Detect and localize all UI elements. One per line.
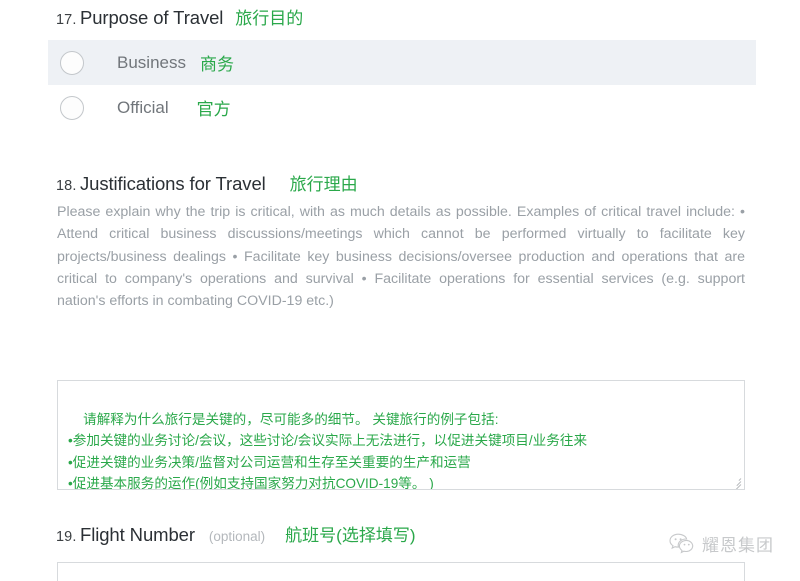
justifications-textarea-value: 请解释为什么旅行是关键的，尽可能多的细节。 关键旅行的例子包括: •参加关键的业… [68, 412, 588, 490]
question-18-description: Please explain why the trip is critical,… [57, 201, 745, 312]
question-18-number: 18. [56, 178, 77, 194]
resize-handle-icon[interactable] [729, 474, 743, 489]
question-19-number: 19. [56, 529, 77, 545]
question-17-title-cn: 旅行目的 [235, 9, 304, 28]
radio-official[interactable] [60, 95, 84, 120]
justifications-textarea[interactable]: 请解释为什么旅行是关键的，尽可能多的细节。 关键旅行的例子包括: •参加关键的业… [57, 380, 745, 490]
option-label-business-en: Business [117, 52, 186, 72]
form-page: 17. Purpose of Travel 旅行目的 Business 商务 O… [0, 0, 800, 581]
question-18-heading: 18. Justifications for Travel 旅行理由 [40, 170, 800, 195]
option-label-business-cn: 商务 [199, 55, 234, 74]
question-17-title-en: Purpose of Travel [80, 7, 224, 28]
question-18-title-cn: 旅行理由 [289, 175, 358, 194]
option-label-official-cn: 官方 [196, 100, 231, 119]
question-19-title-en: Flight Number [80, 524, 195, 545]
option-row-official[interactable]: Official 官方 [48, 85, 756, 130]
question-19-title-cn: 航班号(选择填写) [285, 526, 416, 545]
question-18-title-en: Justifications for Travel [80, 173, 266, 194]
flight-number-input[interactable] [57, 562, 745, 581]
question-17-heading: 17. Purpose of Travel 旅行目的 [40, 4, 800, 29]
question-18-description-text: Please explain why the trip is critical,… [57, 204, 745, 310]
radio-business[interactable] [60, 50, 84, 75]
question-19-optional-tag: (optional) [208, 529, 266, 544]
question-19-heading: 19. Flight Number (optional) 航班号(选择填写) [40, 521, 800, 546]
option-row-business[interactable]: Business 商务 [48, 40, 756, 85]
purpose-of-travel-options: Business 商务 Official 官方 [48, 40, 756, 130]
question-17-number: 17. [56, 12, 77, 28]
option-label-official-en: Official [117, 97, 169, 117]
